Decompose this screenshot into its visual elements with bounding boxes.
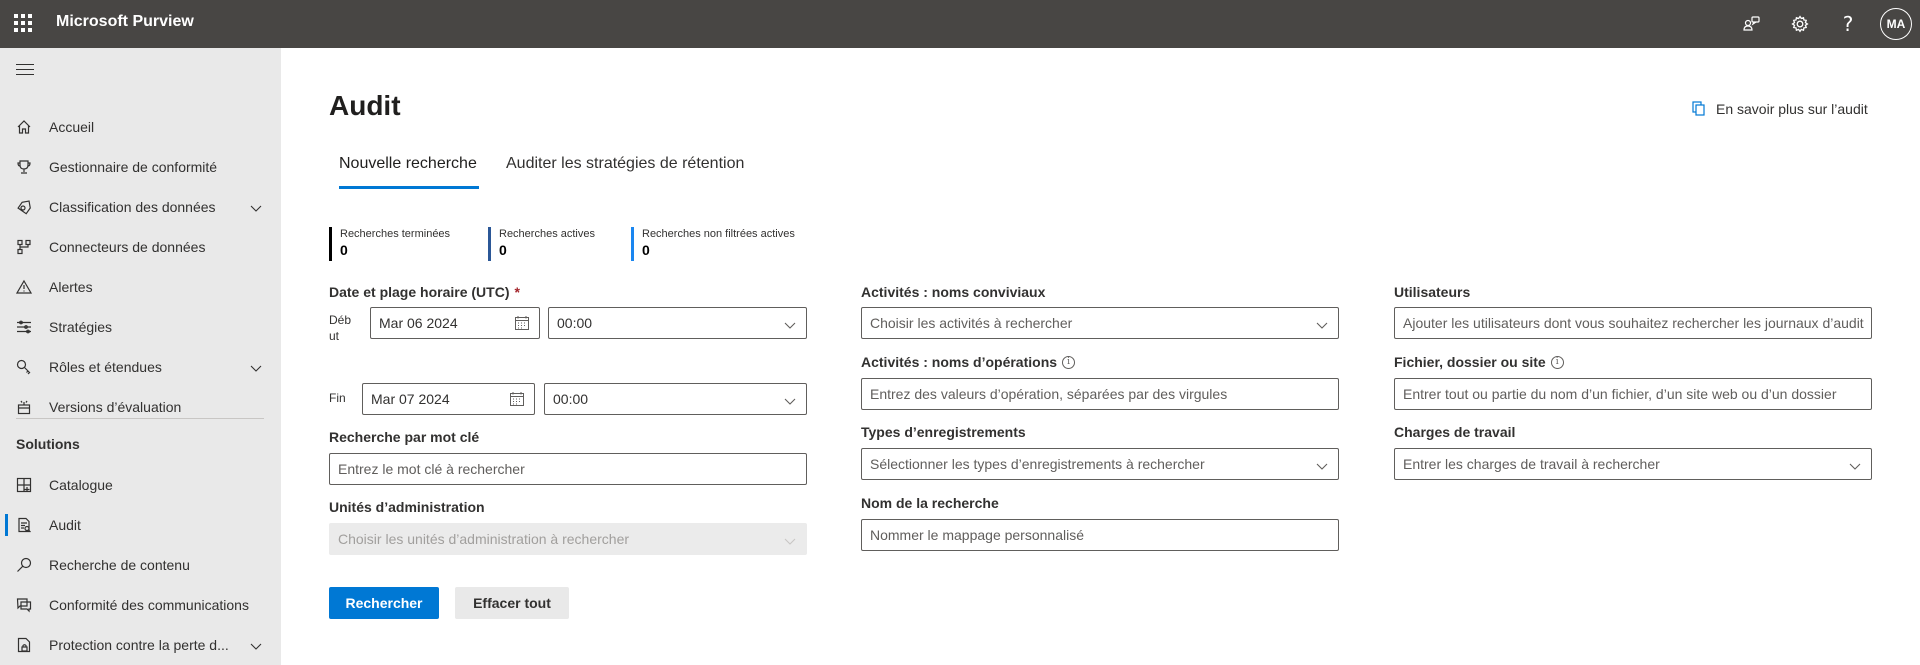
document-icon	[1692, 101, 1705, 116]
admin-units-label: Unités d’administration	[329, 499, 485, 515]
sidebar-item-recherche-contenu[interactable]: Recherche de contenu	[0, 547, 281, 583]
sidebar-item-protection-perte-donnees[interactable]: Protection contre la perte d...	[0, 627, 281, 663]
sidebar-item-conformite-communications[interactable]: Conformité des communications	[0, 587, 281, 623]
sidebar-item-strategies[interactable]: Stratégies	[0, 309, 281, 345]
calendar-icon[interactable]	[509, 391, 525, 407]
page-title: Audit	[329, 90, 401, 121]
workloads-dropdown[interactable]: Entrer les charges de travail à recherch…	[1394, 448, 1872, 480]
sidebar-item-gestionnaire-conformite[interactable]: Gestionnaire de conformité	[0, 149, 281, 185]
active-indicator	[5, 514, 8, 536]
user-avatar[interactable]: MA	[1880, 8, 1912, 40]
search-button[interactable]: Rechercher	[329, 587, 439, 619]
search-name-label: Nom de la recherche	[861, 495, 999, 511]
activities-friendly-dropdown[interactable]: Choisir les activités à rechercher	[861, 307, 1339, 339]
sidebar-item-alertes[interactable]: Alertes	[0, 269, 281, 305]
catalog-icon	[15, 476, 33, 494]
start-date-picker[interactable]: Mar 06 2024	[370, 307, 540, 339]
chevron-down-icon[interactable]	[250, 639, 262, 651]
tag-icon	[15, 198, 33, 216]
start-label: Déb ut	[329, 313, 352, 343]
activities-friendly-label: Activités : noms conviviaux	[861, 284, 1046, 300]
record-types-label: Types d’enregistrements	[861, 424, 1026, 440]
tab-auditer-strategies-retention[interactable]: Auditer les stratégies de rétention	[506, 155, 744, 173]
clear-all-button[interactable]: Effacer tout	[455, 587, 569, 619]
keyword-label: Recherche par mot clé	[329, 429, 480, 445]
learn-more-link[interactable]: En savoir plus sur l’audit	[1692, 101, 1868, 117]
workloads-label: Charges de travail	[1394, 424, 1516, 440]
end-label: Fin	[329, 391, 346, 405]
chevron-down-icon	[1316, 318, 1328, 330]
sliders-icon	[15, 318, 33, 336]
trial-icon	[15, 398, 33, 416]
sidebar-section-solutions: Solutions	[16, 436, 80, 452]
sidebar-item-catalogue[interactable]: Catalogue	[0, 467, 281, 503]
file-folder-site-label: Fichier, dossier ou site i	[1394, 354, 1564, 370]
chevron-down-icon[interactable]	[250, 201, 262, 213]
required-marker: *	[514, 284, 520, 300]
activities-operations-label: Activités : noms d’opérations i	[861, 354, 1076, 370]
waffle-icon[interactable]	[14, 14, 34, 34]
stat-completed-searches: Recherches terminées 0	[329, 227, 450, 261]
start-time-dropdown[interactable]: 00:00	[548, 307, 807, 339]
sidebar-item-versions-evaluation[interactable]: Versions d’évaluation	[0, 389, 281, 425]
sidebar-item-classification-donnees[interactable]: Classification des données	[0, 189, 281, 225]
admin-units-dropdown: Choisir les unités d’administration à re…	[329, 523, 807, 555]
info-icon[interactable]: i	[1062, 355, 1076, 369]
lock-doc-icon	[15, 636, 33, 654]
chat-icon	[15, 596, 33, 614]
end-date-picker[interactable]: Mar 07 2024	[362, 383, 535, 415]
home-icon	[15, 118, 33, 136]
chevron-down-icon	[1316, 459, 1328, 471]
community-icon[interactable]	[1738, 10, 1766, 38]
keyword-input[interactable]: Entrez le mot clé à rechercher	[329, 453, 807, 485]
record-types-dropdown[interactable]: Sélectionner les types d’enregistrements…	[861, 448, 1339, 480]
audit-icon	[15, 516, 33, 534]
warning-icon	[15, 278, 33, 296]
search-icon	[15, 556, 33, 574]
end-time-dropdown[interactable]: 00:00	[544, 383, 807, 415]
help-icon[interactable]: ?	[1834, 10, 1862, 38]
active-tab-indicator	[339, 186, 479, 189]
chevron-down-icon	[784, 318, 796, 330]
sidebar-divider	[16, 418, 264, 419]
stat-color-bar	[488, 227, 491, 261]
top-bar: Microsoft Purview ? MA	[0, 0, 1920, 48]
chevron-down-icon	[784, 534, 796, 546]
date-range-label: Date et plage horaire (UTC) *	[329, 284, 520, 300]
info-icon[interactable]: i	[1550, 355, 1564, 369]
stat-color-bar	[631, 227, 634, 261]
users-label: Utilisateurs	[1394, 284, 1471, 300]
trophy-icon	[15, 158, 33, 176]
tab-nouvelle-recherche[interactable]: Nouvelle recherche	[339, 155, 477, 173]
chevron-down-icon[interactable]	[250, 361, 262, 373]
sidebar-item-connecteurs-donnees[interactable]: Connecteurs de données	[0, 229, 281, 265]
search-name-input[interactable]: Nommer le mappage personnalisé	[861, 519, 1339, 551]
chevron-down-icon	[1849, 459, 1861, 471]
stat-unfiltered-active-searches: Recherches non filtrées actives 0	[631, 227, 795, 261]
activities-operations-input[interactable]: Entrez des valeurs d’opération, séparées…	[861, 378, 1339, 410]
sidebar-item-accueil[interactable]: Accueil	[0, 109, 281, 145]
key-icon	[15, 358, 33, 376]
chevron-down-icon	[784, 394, 796, 406]
sidebar-item-roles-etendues[interactable]: Rôles et étendues	[0, 349, 281, 385]
connector-icon	[15, 238, 33, 256]
hamburger-menu-icon[interactable]	[16, 64, 34, 76]
app-title[interactable]: Microsoft Purview	[56, 13, 194, 31]
sidebar-nav: Accueil Gestionnaire de conformité Class…	[0, 48, 281, 665]
stat-active-searches: Recherches actives 0	[488, 227, 595, 261]
settings-icon[interactable]	[1786, 10, 1814, 38]
calendar-icon[interactable]	[514, 315, 530, 331]
file-folder-site-input[interactable]: Entrer tout ou partie du nom d’un fichie…	[1394, 378, 1872, 410]
users-input[interactable]: Ajouter les utilisateurs dont vous souha…	[1394, 307, 1872, 339]
stat-color-bar	[329, 227, 332, 261]
sidebar-item-audit[interactable]: Audit	[0, 507, 281, 543]
